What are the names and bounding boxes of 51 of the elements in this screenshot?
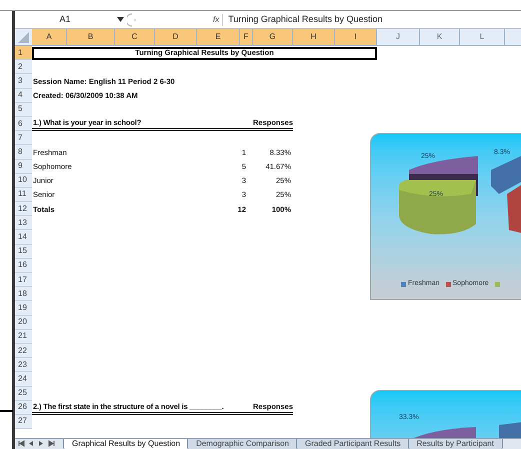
row-header[interactable]: 18 xyxy=(15,287,32,302)
row-header[interactable]: 7 xyxy=(15,131,32,146)
row-header[interactable]: 13 xyxy=(15,216,32,230)
column-header[interactable]: F xyxy=(240,29,253,45)
row-header[interactable]: 8 xyxy=(15,145,32,160)
sheet-tab[interactable]: Graded Participant Results xyxy=(296,439,410,449)
formula-input-field[interactable]: Turning Graphical Results by Question xyxy=(225,12,382,26)
row-header[interactable]: 10 xyxy=(15,174,32,188)
last-sheet-button[interactable] xyxy=(48,440,55,447)
previous-sheet-button[interactable] xyxy=(28,440,35,447)
row-header[interactable]: 1 xyxy=(15,46,32,60)
column-header[interactable]: B xyxy=(67,29,115,45)
row-header[interactable]: 23 xyxy=(15,358,32,372)
column-header[interactable]: H xyxy=(293,29,335,45)
first-sheet-button[interactable] xyxy=(18,440,25,447)
row-header[interactable]: 6 xyxy=(15,116,32,132)
row-header[interactable]: 24 xyxy=(15,372,32,386)
row-header[interactable]: 2 xyxy=(15,60,32,74)
column-header[interactable]: D xyxy=(155,29,197,45)
row-header[interactable]: 25 xyxy=(15,386,32,401)
row-header[interactable]: 4 xyxy=(15,88,32,103)
row-header[interactable]: 19 xyxy=(15,301,32,316)
row-header[interactable]: 17 xyxy=(15,273,32,288)
row-header[interactable]: 14 xyxy=(15,230,32,245)
column-header[interactable]: L xyxy=(460,29,505,45)
row-header[interactable]: 5 xyxy=(15,102,32,117)
row-header[interactable]: 21 xyxy=(15,330,32,344)
row-header[interactable]: 12 xyxy=(15,202,32,216)
insert-function-button[interactable]: fx xyxy=(211,14,224,26)
row-header[interactable]: 26 xyxy=(15,400,32,415)
row-header[interactable]: 3 xyxy=(15,74,32,89)
row-header[interactable]: 16 xyxy=(15,258,32,273)
row-header[interactable]: 9 xyxy=(15,160,32,174)
column-header xyxy=(505,29,521,45)
column-header[interactable]: E xyxy=(197,29,240,45)
column-header[interactable]: K xyxy=(420,29,460,45)
column-header[interactable]: C xyxy=(115,29,155,45)
sheet-tab[interactable]: Results by Participant xyxy=(408,439,503,449)
sheet-tab[interactable]: Graphical Results by Question xyxy=(63,439,190,449)
row-header[interactable]: 11 xyxy=(15,188,32,202)
row-header[interactable]: 27 xyxy=(15,414,32,430)
row-header[interactable]: 22 xyxy=(15,344,32,358)
sheet-tab[interactable]: Demographic Comparison xyxy=(187,439,298,449)
row-header[interactable]: 15 xyxy=(15,244,32,259)
row-header[interactable]: 20 xyxy=(15,316,32,330)
dropdown-caret-icon[interactable] xyxy=(117,17,124,22)
column-header[interactable]: G xyxy=(253,29,293,45)
column-header[interactable]: I xyxy=(335,29,377,45)
next-sheet-button[interactable] xyxy=(38,440,45,447)
column-header[interactable]: J xyxy=(377,29,420,45)
column-header[interactable]: A xyxy=(32,29,67,45)
